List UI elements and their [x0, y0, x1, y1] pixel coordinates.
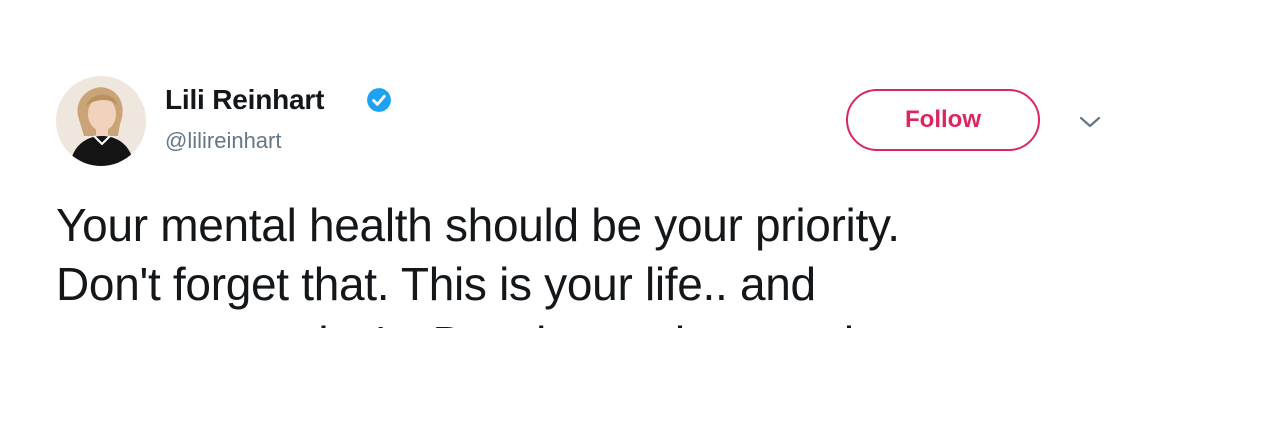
- follow-button[interactable]: Follow: [846, 89, 1040, 151]
- avatar[interactable]: [56, 76, 146, 166]
- verified-badge-icon: [367, 88, 391, 112]
- display-name[interactable]: Lili Reinhart: [165, 84, 324, 116]
- tweet-card: Lili Reinhart @lilireinhart Follow Your …: [0, 0, 1280, 427]
- tweet-text-line: Don't forget that. This is your life.. a…: [56, 258, 816, 310]
- user-handle[interactable]: @lilireinhart: [165, 128, 281, 154]
- avatar-image: [56, 76, 146, 166]
- chevron-down-icon[interactable]: [1078, 113, 1102, 131]
- tweet-text-line: not anyone else's. Do what makes you hap…: [56, 314, 1156, 328]
- tweet-text: Your mental health should be your priori…: [56, 196, 1156, 328]
- tweet-text-line: Your mental health should be your priori…: [56, 199, 900, 251]
